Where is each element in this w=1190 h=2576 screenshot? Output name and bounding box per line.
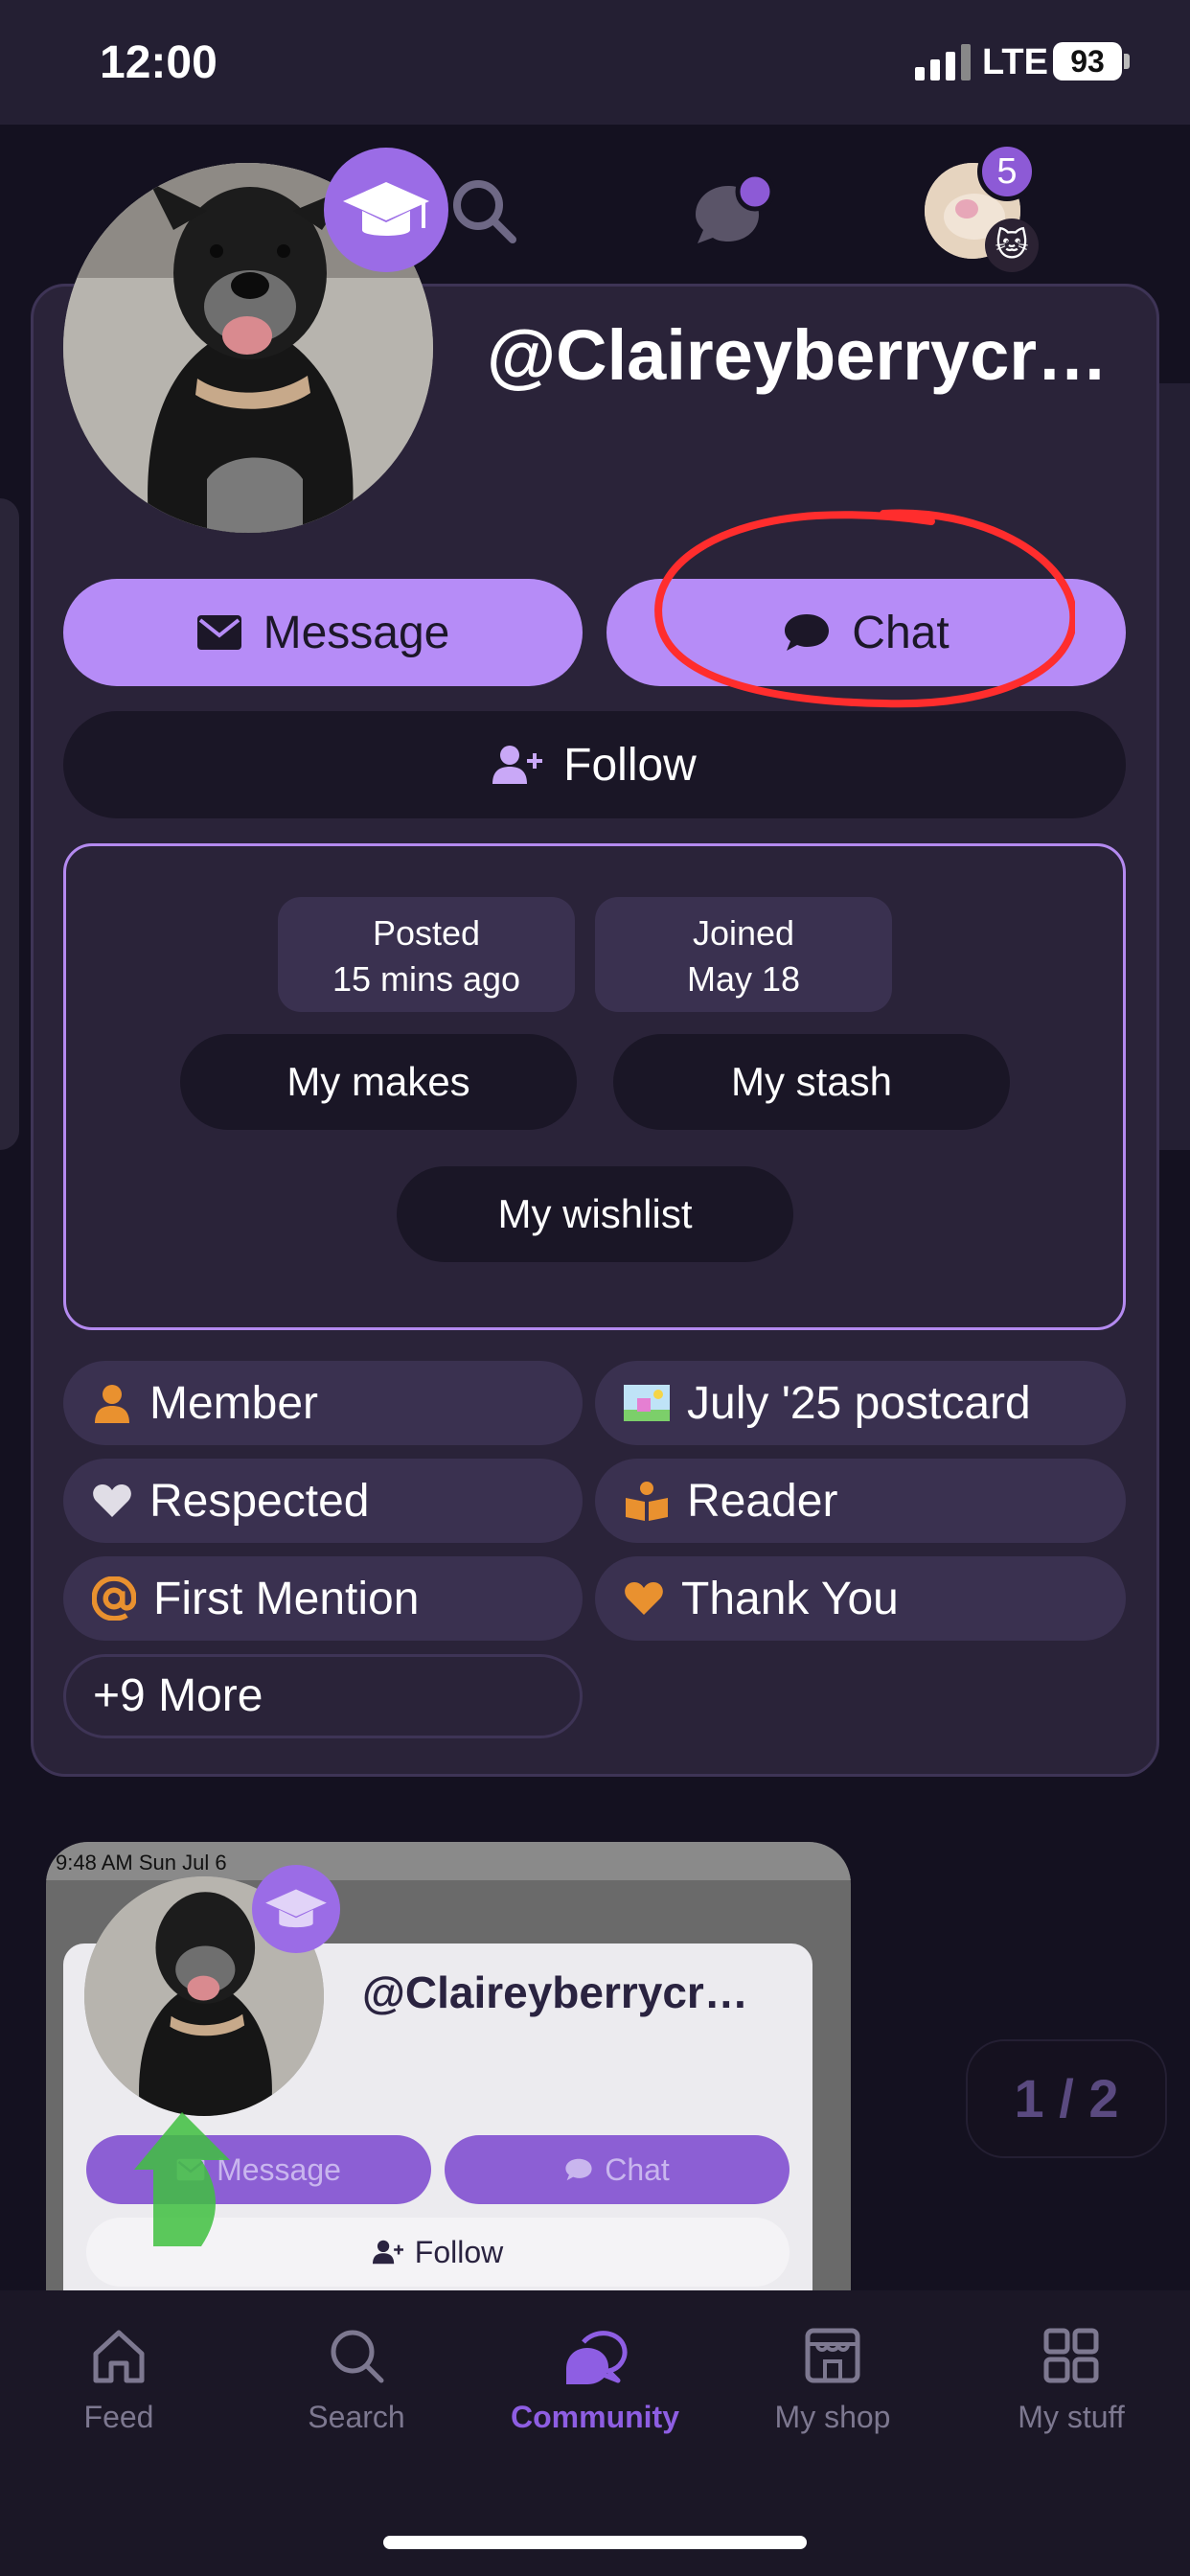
badge-thank-you[interactable]: Thank You	[595, 1556, 1126, 1641]
my-stash-button[interactable]: My stash	[613, 1034, 1010, 1130]
badge-label: Member	[149, 1377, 319, 1429]
network-label: LTE	[982, 42, 1048, 82]
thumb-username: @Claireyberrycr…	[362, 1967, 748, 2017]
heart-icon	[93, 1484, 131, 1517]
thumb-chat-label: Chat	[605, 2151, 670, 2187]
at-icon	[92, 1576, 136, 1621]
message-button[interactable]: Message	[63, 579, 583, 686]
graduation-cap-icon	[252, 1865, 340, 1953]
green-arrow-icon	[134, 2112, 230, 2246]
graduation-cap-icon	[324, 148, 448, 272]
status-time: 12:00	[100, 37, 217, 88]
cat-icon: 🐱	[985, 218, 1039, 272]
tab-label: Search	[308, 2400, 405, 2434]
chat-bubble-icon	[565, 2158, 592, 2181]
more-badges-button[interactable]: +9 More	[63, 1654, 583, 1738]
tab-label: Feed	[83, 2400, 154, 2434]
thumb-status-bar: 9:48 AM Sun Jul 6	[46, 1842, 851, 1880]
badge-respected[interactable]: Respected	[63, 1459, 583, 1543]
joined-stat: Joined May 18	[595, 897, 892, 1012]
posted-label: Posted	[372, 913, 481, 953]
tab-search[interactable]: Search	[261, 2325, 452, 2435]
badge-postcard[interactable]: July '25 postcard	[595, 1361, 1126, 1445]
posted-stat: Posted 15 mins ago	[278, 897, 575, 1012]
tab-my-shop[interactable]: My shop	[737, 2325, 928, 2435]
envelope-icon	[196, 615, 241, 650]
add-user-icon	[492, 746, 543, 784]
postcard-icon	[624, 1385, 670, 1421]
battery-icon: 93	[1053, 42, 1122, 80]
tab-label: My stuff	[1018, 2400, 1125, 2434]
image-pager: 1 / 2	[966, 2039, 1167, 2158]
posted-value: 15 mins ago	[332, 959, 521, 999]
tab-label: Community	[511, 2400, 679, 2434]
tab-label: My shop	[774, 2400, 891, 2434]
notification-badge: 5	[977, 142, 1037, 201]
search-icon[interactable]	[446, 172, 522, 249]
home-indicator[interactable]	[383, 2536, 807, 2549]
badge-label: Reader	[687, 1475, 838, 1527]
joined-label: Joined	[692, 913, 795, 953]
badge-first-mention[interactable]: First Mention	[63, 1556, 583, 1641]
my-wishlist-button[interactable]: My wishlist	[397, 1166, 793, 1262]
badge-label: July '25 postcard	[687, 1377, 1031, 1429]
tab-community[interactable]: Community	[499, 2325, 691, 2435]
person-icon	[95, 1385, 129, 1423]
tab-my-stuff[interactable]: My stuff	[975, 2325, 1167, 2435]
my-makes-button[interactable]: My makes	[180, 1034, 577, 1130]
book-icon	[626, 1482, 668, 1521]
badge-label: Respected	[149, 1475, 370, 1527]
background-panel	[0, 498, 19, 1150]
follow-label: Follow	[563, 739, 697, 791]
thumb-follow-label: Follow	[414, 2234, 504, 2269]
badge-label: Thank You	[681, 1573, 899, 1624]
shop-icon	[805, 2328, 860, 2383]
thumb-chat-button: Chat	[445, 2135, 790, 2204]
follow-button[interactable]: Follow	[63, 711, 1126, 818]
profile-username: @Claireyberrycr…	[487, 315, 1109, 395]
community-icon	[566, 2331, 628, 2384]
signal-icon	[915, 44, 971, 80]
home-icon	[93, 2330, 145, 2383]
joined-value: May 18	[686, 959, 801, 999]
annotation-circle	[654, 509, 1075, 708]
badge-reader[interactable]: Reader	[595, 1459, 1126, 1543]
heart-icon	[625, 1582, 663, 1615]
message-label: Message	[263, 607, 450, 658]
badge-member[interactable]: Member	[63, 1361, 583, 1445]
attached-screenshot[interactable]: 9:48 AM Sun Jul 6 @Claireyberrycr… Messa…	[46, 1842, 851, 2292]
messages-icon[interactable]	[688, 172, 775, 249]
badge-label: First Mention	[153, 1573, 420, 1624]
background-panel	[1159, 383, 1190, 1150]
battery-tip	[1124, 54, 1130, 69]
add-user-icon	[372, 2240, 403, 2265]
search-icon	[331, 2330, 384, 2383]
tab-feed[interactable]: Feed	[23, 2325, 215, 2435]
grid-icon	[1043, 2328, 1099, 2383]
